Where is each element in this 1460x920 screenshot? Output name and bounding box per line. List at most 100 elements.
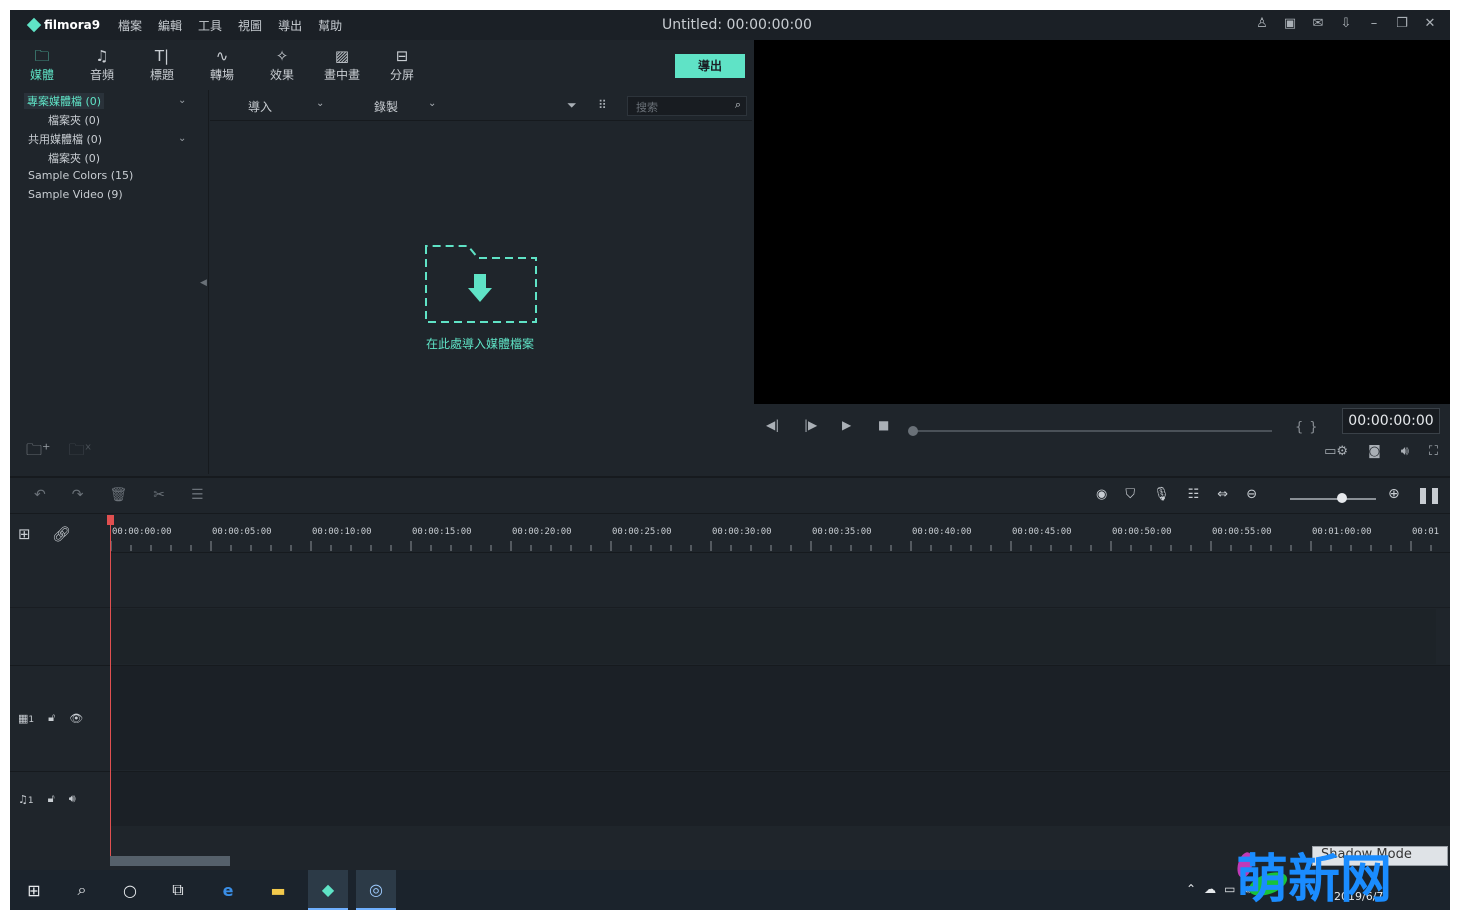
lock-icon[interactable]: 🔓︎ [48,711,55,725]
app-taskbar-icon[interactable]: ◎ [356,870,396,910]
playhead[interactable] [110,515,111,860]
delete-icon[interactable]: 🗑︎ [109,487,127,503]
fit-timeline-icon[interactable]: ⇔ [1217,487,1228,502]
drop-folder-icon[interactable] [424,240,538,324]
timeline-toolbar: ↶ ↷ 🗑︎ ✂︎ ☰ ◉ ⛉ 🎙︎ ☷ ⇔ ⊖ ⊕ [10,476,1450,514]
restore-button[interactable]: ❐ [1394,16,1410,31]
ruler-tick-label: 00:01 [1412,527,1440,537]
tab-audio[interactable]: ♫ 音頻 [72,40,132,90]
import-dropdown[interactable]: 導入 [248,98,272,115]
library-sample-video[interactable]: Sample Video (9) [28,188,123,201]
ruler-tick-label: 00:00:20:00 [512,527,572,537]
library-project-media[interactable]: 專案媒體檔 (0) [24,93,105,109]
chevron-down-icon[interactable]: ⌄ [428,98,436,109]
tab-pip[interactable]: ▨ 畫中畫 [312,40,372,90]
filmora-taskbar-icon[interactable]: ◆ [308,870,348,910]
preview-timecode: 00:00:00:00 [1342,408,1440,434]
eye-icon[interactable]: 👁︎ [69,712,83,725]
chevron-down-icon[interactable]: ⌄ [178,95,186,106]
tab-transitions[interactable]: ∿ 轉場 [192,40,252,90]
drop-instructions: 在此處導入媒體檔案 [425,337,534,351]
zoom-slider-track[interactable] [1290,498,1376,500]
save-icon[interactable]: ▣ [1282,16,1298,31]
snapshot-icon[interactable]: ◙ [1368,444,1381,459]
volume-icon[interactable]: 🔊︎ [1401,444,1409,459]
timeline-ruler[interactable]: 00:00:00:00 00:00:05:00 00:00:10:00 00:0… [110,515,1450,553]
minimize-button[interactable]: – [1366,16,1382,31]
delete-folder-icon[interactable]: 🗀ˣ [68,439,91,466]
record-dropdown[interactable]: 錄製 [374,98,398,115]
mark-in-out-icon[interactable]: {} [1295,420,1324,435]
tab-effects[interactable]: ✧ 效果 [252,40,312,90]
search-icon[interactable]: ⌕ [735,98,741,112]
chevron-up-icon[interactable]: ⌃ [1186,882,1196,897]
audio-track-icon: ♫1 [18,792,34,806]
speaker-icon[interactable]: 🔊︎ [69,792,76,806]
audio-mixer-icon[interactable]: ☷ [1188,487,1200,502]
start-icon[interactable]: ⊞ [14,870,54,910]
os-taskbar: ⊞ ⌕ ○ ⧉ e ▬ ◆ ◎ ⌃ ☁ ▭ 🔊︎ 2019/6/7 [10,870,1450,910]
preview-progress-track[interactable] [912,430,1272,432]
play-icon[interactable]: ▶ [842,418,851,432]
library-shared-media[interactable]: 共用媒體檔 (0) [28,131,102,147]
library-sample-colors[interactable]: Sample Colors (15) [28,169,133,182]
grid-view-icon[interactable]: ⠿ [598,98,607,112]
file-explorer-icon[interactable]: ▬ [258,870,298,910]
adjust-icon[interactable]: ☰ [191,487,204,503]
app-window: filmora9 檔案 編輯 工具 視圖 導出 幫助 Untitled: 00:… [10,10,1450,870]
network-icon[interactable]: ▭ [1224,882,1235,897]
library-shared-folder[interactable]: 檔案夾 (0) [48,150,100,166]
link-icon[interactable]: 🔗︎ [52,525,71,543]
ruler-tick-label: 00:00:45:00 [1012,527,1072,537]
audio-track[interactable]: ♫1 🔓︎ 🔊︎ [10,771,1450,827]
microphone-icon[interactable]: 🎙︎ [1153,487,1170,502]
video-track[interactable]: ▦1 🔓︎ 👁︎ [10,665,1450,771]
preview-panel: ◀| |▶ ▶ ■ {} 00:00:00:00 ▭⚙ ◙ 🔊︎ ⛶ [754,40,1450,474]
export-button[interactable]: 導出 [675,54,745,78]
search-input[interactable]: 搜索 ⌕ [627,96,747,116]
add-track-icon[interactable]: ⊞ [18,525,31,543]
ruler-tick-label: 00:01:00:00 [1312,527,1372,537]
redo-icon[interactable]: ↷ [72,487,84,503]
account-icon[interactable]: ♙ [1254,16,1270,31]
library-project-folder[interactable]: 檔案夾 (0) [48,112,100,128]
preview-scrubber[interactable] [908,426,918,436]
render-settings-icon[interactable]: ▭⚙ [1324,444,1348,459]
lock-icon[interactable]: 🔓︎ [48,792,55,806]
ruler-ticks [110,541,1432,551]
download-icon[interactable]: ⇩ [1338,16,1354,31]
fullscreen-icon[interactable]: ⛶ [1429,444,1438,459]
playhead-handle[interactable] [107,515,114,525]
timeline-scrollbar[interactable] [110,856,230,866]
close-button[interactable]: ✕ [1422,16,1438,31]
timeline-lane-empty [10,609,1450,664]
cortana-icon[interactable]: ○ [110,870,150,910]
cut-icon[interactable]: ✂︎ [153,487,165,503]
marker-icon[interactable]: ⛉ [1125,487,1135,502]
edge-icon[interactable]: e [208,870,248,910]
task-view-icon[interactable]: ⧉ [158,870,198,910]
tab-titles[interactable]: T| 標題 [132,40,192,90]
search-icon[interactable]: ⌕ [62,870,102,910]
chevron-down-icon[interactable]: ⌄ [178,133,186,144]
chevron-down-icon[interactable]: ⌄ [316,98,324,109]
tab-split[interactable]: ⊟ 分屏 [372,40,432,90]
tab-media[interactable]: 🗀 媒體 [12,40,72,90]
zoom-in-icon[interactable]: ⊕ [1388,486,1400,502]
prev-frame-icon[interactable]: ◀| [766,418,779,432]
stop-icon[interactable]: ■ [878,418,889,432]
render-preview-icon[interactable]: ◉ [1096,487,1107,502]
next-frame-icon[interactable]: |▶ [804,418,817,432]
pause-icon[interactable] [1420,488,1438,504]
library-actions: 🗀⁺ 🗀ˣ [26,439,92,466]
undo-icon[interactable]: ↶ [34,487,46,503]
tab-transitions-label: 轉場 [209,67,234,82]
new-folder-icon[interactable]: 🗀⁺ [26,439,50,466]
cloud-icon[interactable]: ☁ [1204,882,1216,897]
mail-icon[interactable]: ✉ [1310,16,1326,31]
zoom-out-icon[interactable]: ⊖ [1246,487,1257,502]
collapse-panel-icon[interactable]: ◀ [200,278,207,288]
library-tree: 專案媒體檔 (0) ⌄ 檔案夾 (0) 共用媒體檔 (0) ⌄ 檔案夾 (0) … [10,90,209,474]
zoom-slider-knob[interactable] [1336,493,1347,503]
filter-icon[interactable]: ⏷ [567,98,577,113]
